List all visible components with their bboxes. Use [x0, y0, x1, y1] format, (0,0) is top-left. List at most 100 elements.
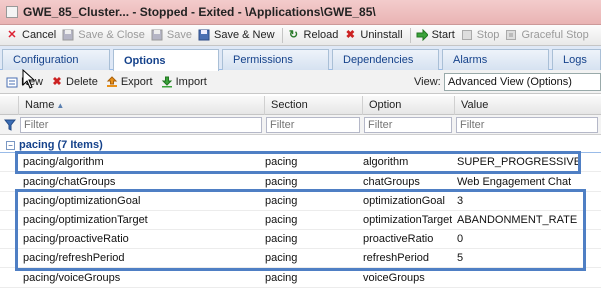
filter-funnel-icon[interactable] — [4, 119, 16, 131]
reload-button[interactable]: ↻ Reload — [286, 26, 343, 45]
cell-option: voiceGroups — [363, 272, 425, 284]
stop-button[interactable]: Stop — [459, 26, 504, 45]
cell-section: pacing — [265, 233, 298, 245]
stop-label: Stop — [476, 29, 500, 41]
column-header-value[interactable]: Value — [454, 96, 601, 115]
cell-section: pacing — [265, 195, 298, 207]
tab-dependencies[interactable]: Dependencies — [332, 49, 439, 70]
table-row[interactable]: pacing/optimizationTarget pacing optimiz… — [0, 211, 601, 230]
import-button[interactable]: Import — [161, 76, 207, 88]
sort-ascending-icon: ▲ — [56, 101, 65, 110]
tab-alarms-label: Alarms — [453, 54, 488, 66]
save-label: Save — [166, 29, 192, 41]
uninstall-button[interactable]: ✖ Uninstall — [342, 26, 406, 45]
export-label: Export — [120, 75, 153, 88]
cell-name: pacing/algorithm — [23, 156, 104, 168]
cell-value[interactable]: Web Engagement Chat — [457, 173, 571, 192]
table-row[interactable]: pacing/voiceGroups pacing voiceGroups — [0, 269, 601, 288]
export-icon — [106, 75, 118, 88]
tab-options[interactable]: Options — [113, 49, 219, 71]
save-close-button[interactable]: Save & Close — [60, 26, 149, 45]
cell-name: pacing/chatGroups — [23, 176, 116, 188]
cell-name: pacing/optimizationGoal — [23, 195, 141, 207]
cell-section: pacing — [265, 214, 298, 226]
new-icon — [6, 76, 18, 88]
cell-section: pacing — [265, 156, 298, 168]
cancel-button[interactable]: ✕ Cancel — [4, 26, 60, 45]
cell-value[interactable]: 3 — [457, 192, 463, 211]
cell-value[interactable]: 5 — [457, 249, 463, 268]
start-icon — [416, 29, 428, 41]
tab-logs-label: Logs — [563, 54, 587, 66]
reload-icon: ↻ — [288, 29, 299, 41]
view-select-value: Advanced View (Options) — [448, 76, 572, 88]
column-header-section[interactable]: Section — [264, 96, 362, 115]
graceful-stop-label: Graceful Stop — [521, 29, 589, 41]
name-filter-input[interactable] — [20, 117, 262, 133]
cell-value[interactable]: 0 — [457, 230, 463, 249]
collapse-icon[interactable]: − — [6, 140, 15, 150]
tab-options-label: Options — [124, 54, 166, 67]
stop-icon — [461, 29, 473, 41]
option-filter-input[interactable] — [364, 117, 452, 133]
save-new-label: Save & New — [213, 29, 275, 41]
window-title: GWE_85_Cluster... - Stopped - Exited - \… — [23, 5, 376, 19]
save-button[interactable]: Save — [149, 26, 196, 45]
main-toolbar: ✕ Cancel Save & Close Save Save & New ↻ … — [0, 25, 601, 46]
tab-strip: Configuration Options Permissions Depend… — [0, 46, 601, 71]
section-filter-input[interactable] — [266, 117, 360, 133]
save-close-label: Save & Close — [78, 29, 145, 41]
delete-button[interactable]: ✖ Delete — [51, 75, 97, 88]
group-label: pacing (7 Items) — [19, 139, 103, 151]
delete-icon: ✖ — [52, 75, 62, 88]
table-row[interactable]: pacing/optimizationGoal pacing optimizat… — [0, 192, 601, 211]
cell-option: optimizationGoal — [363, 195, 445, 207]
cell-value[interactable]: ABANDONMENT_RATE — [457, 211, 577, 230]
cell-section: pacing — [265, 272, 298, 284]
start-button[interactable]: Start — [414, 26, 459, 45]
view-select[interactable]: Advanced View (Options) — [444, 73, 601, 91]
uninstall-label: Uninstall — [360, 29, 403, 41]
column-name-label: Name — [25, 99, 55, 111]
cell-option: proactiveRatio — [363, 233, 434, 245]
table-row[interactable]: pacing/refreshPeriod pacing refreshPerio… — [0, 249, 601, 268]
cell-name: pacing/voiceGroups — [23, 272, 121, 284]
column-header-option[interactable]: Option — [362, 96, 454, 115]
cell-name: pacing/refreshPeriod — [23, 252, 125, 264]
mouse-cursor-icon — [22, 69, 36, 89]
tab-permissions[interactable]: Permissions — [222, 49, 329, 70]
table-row[interactable]: pacing/proactiveRatio pacing proactiveRa… — [0, 230, 601, 249]
table-row[interactable]: pacing/chatGroups pacing chatGroups Web … — [0, 173, 601, 192]
table-row[interactable]: pacing/algorithm pacing algorithm SUPER_… — [0, 153, 601, 172]
value-filter-input[interactable] — [456, 117, 598, 133]
cell-option: optimizationTarget — [363, 214, 453, 226]
import-label: Import — [175, 75, 207, 88]
column-header-name[interactable]: Name ▲ — [18, 96, 264, 115]
column-value-label: Value — [461, 99, 489, 111]
tab-logs[interactable]: Logs — [552, 49, 601, 70]
view-label: View: — [414, 76, 441, 88]
window-icon — [6, 6, 18, 18]
graceful-stop-button[interactable]: Graceful Stop — [503, 26, 592, 45]
toolbar-separator — [409, 27, 411, 43]
save-new-button[interactable]: Save & New — [196, 26, 279, 45]
group-header-pacing[interactable]: − pacing (7 Items) — [0, 137, 601, 153]
tab-alarms[interactable]: Alarms — [442, 49, 549, 70]
cancel-icon: ✕ — [7, 29, 17, 41]
tab-permissions-label: Permissions — [233, 54, 293, 66]
cancel-label: Cancel — [22, 29, 57, 41]
export-button[interactable]: Export — [106, 76, 153, 88]
cell-section: pacing — [265, 176, 298, 188]
reload-label: Reload — [303, 29, 339, 41]
tab-dependencies-label: Dependencies — [343, 54, 414, 66]
window-title-bar: GWE_85_Cluster... - Stopped - Exited - \… — [0, 0, 601, 25]
column-section-label: Section — [271, 99, 308, 111]
cell-option: chatGroups — [363, 176, 420, 188]
tab-configuration[interactable]: Configuration — [2, 49, 110, 70]
filter-row — [0, 115, 601, 135]
cell-name: pacing/optimizationTarget — [23, 214, 148, 226]
tab-configuration-label: Configuration — [13, 54, 79, 66]
cell-value[interactable]: SUPER_PROGRESSIVE — [457, 153, 581, 172]
uninstall-icon: ✖ — [345, 29, 355, 41]
start-label: Start — [431, 29, 455, 41]
